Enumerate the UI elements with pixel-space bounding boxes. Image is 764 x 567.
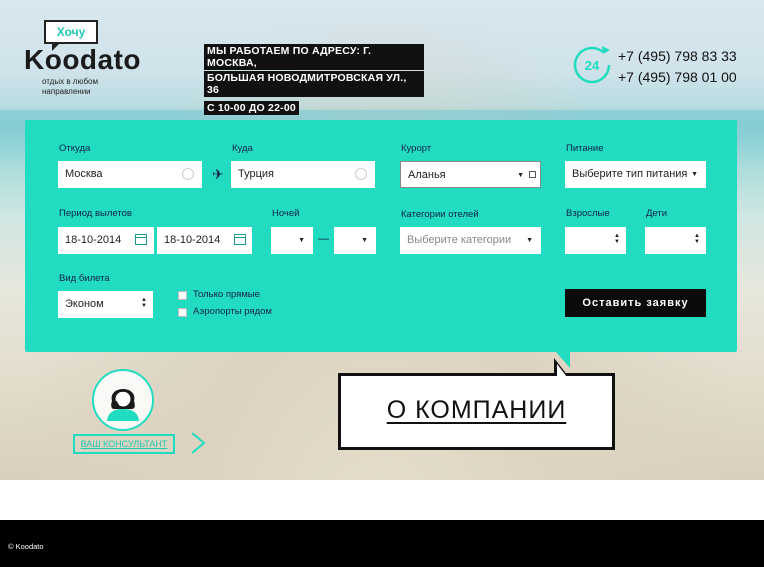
logo-tagline: отдых в любом направлении: [42, 77, 98, 96]
logo-name: Koodato: [24, 44, 142, 75]
consultant-avatar[interactable]: [92, 369, 154, 431]
meals-select[interactable]: Выберите тип питания ▼: [565, 161, 706, 188]
calendar-icon[interactable]: [234, 234, 246, 245]
ticket-select[interactable]: Эконом ▲ ▼: [58, 291, 153, 318]
from-input[interactable]: Москва: [58, 161, 202, 188]
dropdown-arrow-icon: ▼: [361, 237, 368, 244]
stepper-arrows-icon: ▲ ▼: [141, 297, 147, 309]
ticket-select-value: Эконом: [65, 298, 104, 310]
departure-to-value: 18-10-2014: [164, 234, 221, 246]
hotel-categories-select[interactable]: Выберите категории ▼: [400, 227, 541, 254]
address-line: БОЛЬШАЯ НОВОДМИТРОВСКАЯ УЛ., 36: [204, 71, 424, 97]
nights-separator: —: [318, 233, 329, 245]
address-line: С 10-00 ДО 22-00: [204, 101, 299, 115]
dropdown-arrow-icon: ▼: [298, 237, 305, 244]
consultant-button[interactable]: ВАШ КОНСУЛЬТАНТ: [73, 434, 175, 454]
calendar-icon[interactable]: [135, 234, 147, 245]
adults-select[interactable]: ▲ ▼: [565, 227, 626, 254]
stepper-arrows-icon: ▲ ▼: [614, 233, 620, 245]
about-company-callout[interactable]: О КОМПАНИИ: [338, 358, 615, 450]
phone-number[interactable]: +7 (495) 798 83 33: [618, 46, 737, 67]
ticket-label: Вид билета: [59, 273, 110, 284]
children-label: Дети: [646, 208, 668, 219]
from-input-value: Москва: [65, 168, 103, 180]
phone-number[interactable]: +7 (495) 798 01 00: [618, 67, 737, 88]
to-input-value: Турция: [238, 168, 274, 180]
office-address: МЫ РАБОТАЕМ ПО АДРЕСУ: Г. МОСКВА, БОЛЬША…: [204, 44, 424, 116]
direct-only-checkbox[interactable]: [178, 291, 187, 300]
plane-icon: ✈: [212, 166, 224, 182]
nearby-airports-label: Аэропорты рядом: [193, 306, 272, 317]
from-label: Откуда: [59, 143, 91, 154]
dropdown-arrow-icon: ▼: [691, 171, 698, 178]
stepper-arrows-icon: ▲ ▼: [694, 233, 700, 245]
clear-icon[interactable]: [529, 171, 536, 178]
hotel-categories-placeholder: Выберите категории: [407, 234, 512, 246]
direct-only-label: Только прямые: [193, 289, 260, 300]
meals-label: Питание: [566, 143, 604, 154]
departure-label: Период вылетов: [59, 208, 132, 219]
resort-label: Курорт: [401, 143, 432, 154]
nights-label: Ночей: [272, 208, 300, 219]
to-input[interactable]: Турция: [231, 161, 375, 188]
submit-request-button[interactable]: Оставить заявку: [565, 289, 706, 317]
meals-select-value: Выберите тип питания: [572, 168, 688, 180]
address-line: МЫ РАБОТАЕМ ПО АДРЕСУ: Г. МОСКВА,: [204, 44, 424, 70]
resort-select[interactable]: Аланья ▼: [400, 161, 541, 188]
nearby-airports-checkbox[interactable]: [178, 308, 187, 317]
consultant-icon: [107, 389, 139, 421]
phone-numbers: +7 (495) 798 83 33 +7 (495) 798 01 00: [618, 46, 737, 88]
hotel-categories-label: Категории отелей: [401, 209, 479, 220]
adults-label: Взрослые: [566, 208, 610, 219]
support-24-icon: 24: [573, 46, 611, 84]
chevron-right-icon[interactable]: [188, 430, 208, 456]
logo[interactable]: Хочу Koodato отдых в любом направлении: [24, 20, 164, 100]
logo-bubble: Хочу: [44, 20, 98, 51]
globe-icon: [355, 168, 367, 180]
about-company-link[interactable]: О КОМПАНИИ: [341, 396, 612, 425]
logo-bubble-text: Хочу: [56, 25, 86, 39]
to-label: Куда: [232, 143, 253, 154]
dropdown-arrow-icon: ▼: [517, 172, 524, 179]
nights-from-select[interactable]: ▼: [271, 227, 313, 254]
dropdown-arrow-icon: ▼: [526, 237, 533, 244]
nights-to-select[interactable]: ▼: [334, 227, 376, 254]
children-select[interactable]: ▲ ▼: [645, 227, 706, 254]
departure-from-value: 18-10-2014: [65, 234, 122, 246]
footer: © Koodato: [0, 520, 764, 567]
globe-icon: [182, 168, 194, 180]
resort-select-value: Аланья: [408, 169, 446, 181]
support-24-label: 24: [585, 58, 600, 73]
copyright: © Koodato: [8, 542, 44, 551]
